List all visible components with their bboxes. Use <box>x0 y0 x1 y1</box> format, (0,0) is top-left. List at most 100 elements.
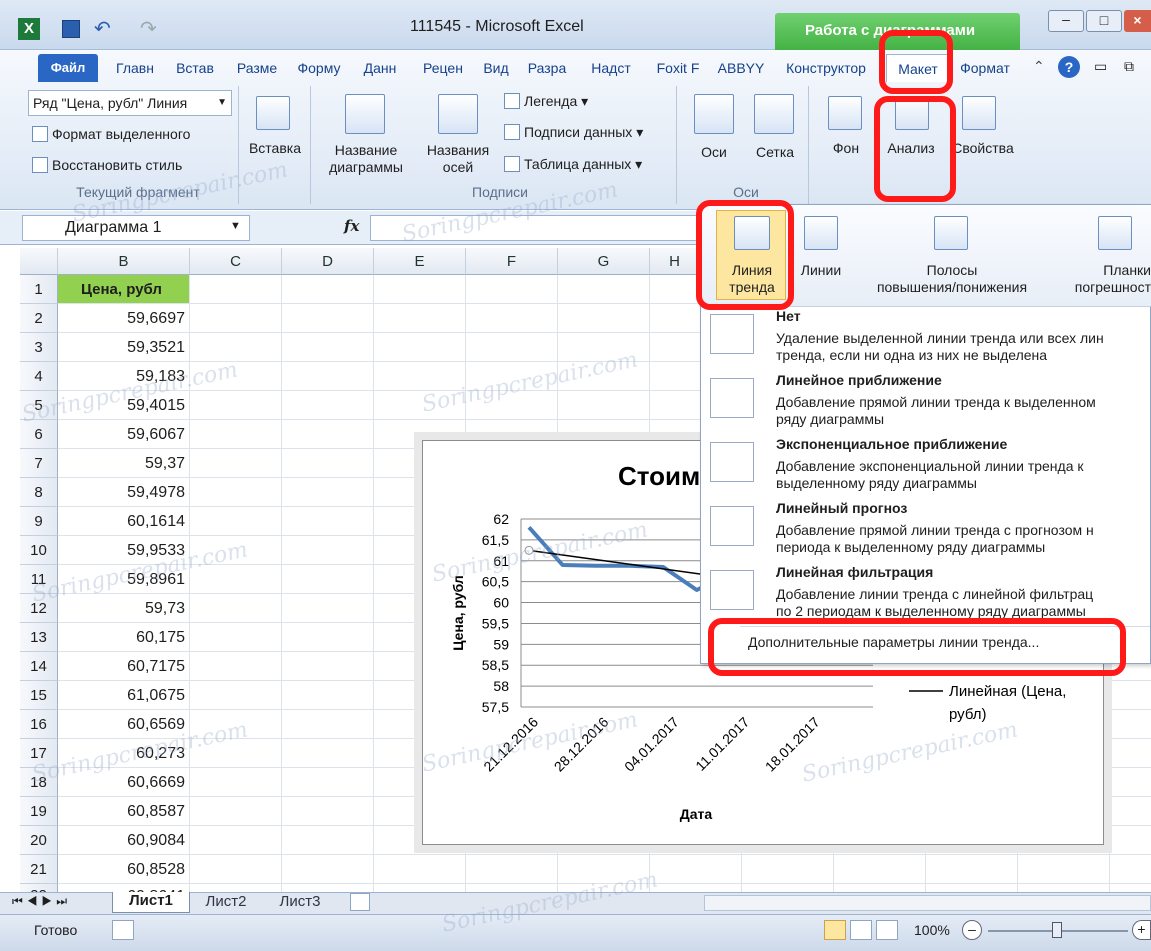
row-header[interactable]: 21 <box>20 855 58 884</box>
menu-item-forecast[interactable]: Линейный прогноз <box>776 500 907 516</box>
column-header[interactable]: C <box>190 248 282 275</box>
properties-button[interactable]: Свойства <box>950 140 1016 157</box>
column-header[interactable]: F <box>466 248 558 275</box>
tab-insert[interactable]: Встав <box>166 54 224 82</box>
row-header[interactable]: 16 <box>20 710 58 739</box>
row-header[interactable]: 20 <box>20 826 58 855</box>
price-cell[interactable]: 59,73 <box>58 594 190 623</box>
price-cell[interactable]: 60,273 <box>58 739 190 768</box>
tab-addins[interactable]: Надст <box>580 54 642 82</box>
zoom-slider-thumb[interactable] <box>1052 922 1062 938</box>
column-header[interactable]: D <box>282 248 374 275</box>
data-table-button[interactable]: Таблица данных ▾ <box>504 156 642 173</box>
row-header[interactable]: 11 <box>20 565 58 594</box>
price-cell[interactable]: 60,7175 <box>58 652 190 681</box>
name-box[interactable]: Диаграмма 1 <box>22 215 250 241</box>
help-icon[interactable]: ? <box>1058 56 1080 78</box>
tab-file[interactable]: Файл <box>38 54 98 82</box>
tab-data[interactable]: Данн <box>352 54 408 82</box>
column-header[interactable]: B <box>58 248 190 275</box>
menu-item-linear[interactable]: Линейное приближение <box>776 372 942 388</box>
lines-button[interactable]: Линии <box>792 262 850 279</box>
tab-developer[interactable]: Разра <box>518 54 576 82</box>
price-cell[interactable]: 59,6697 <box>58 304 190 333</box>
error-bars-button[interactable]: Планки погрешност <box>1064 262 1151 296</box>
row-header[interactable]: 6 <box>20 420 58 449</box>
chart-element-selector[interactable]: Ряд "Цена, рубл" Линия ▼ <box>28 90 232 116</box>
restore-window-icon[interactable]: ▭ <box>1094 58 1107 75</box>
sheet-nav-icon[interactable]: ⏮◀▶⏭ <box>12 894 71 909</box>
row-header[interactable]: 17 <box>20 739 58 768</box>
price-cell[interactable]: 60,1614 <box>58 507 190 536</box>
redo-icon[interactable]: ↷ <box>140 16 157 41</box>
row-header[interactable]: 12 <box>20 594 58 623</box>
row-header[interactable]: 9 <box>20 507 58 536</box>
insert-button[interactable]: Вставка <box>244 140 306 157</box>
price-cell[interactable]: 59,4978 <box>58 478 190 507</box>
row-header[interactable]: 7 <box>20 449 58 478</box>
page-break-view-icon[interactable] <box>876 920 898 940</box>
price-cell[interactable]: 60,8587 <box>58 797 190 826</box>
row-header[interactable]: 14 <box>20 652 58 681</box>
sheet-tab-3[interactable]: Лист3 <box>266 893 334 913</box>
gridlines-button[interactable]: Сетка <box>748 144 802 161</box>
column-header[interactable]: H <box>650 248 700 275</box>
price-cell[interactable]: 59,9533 <box>58 536 190 565</box>
close-button[interactable]: × <box>1124 10 1151 32</box>
row-header[interactable]: 2 <box>20 304 58 333</box>
sheet-tab-2[interactable]: Лист2 <box>192 893 260 913</box>
page-layout-view-icon[interactable] <box>850 920 872 940</box>
tab-formulas[interactable]: Форму <box>290 54 348 82</box>
select-all-corner[interactable] <box>20 248 58 275</box>
maximize-button[interactable]: □ <box>1086 10 1122 32</box>
zoom-in-button[interactable]: + <box>1132 920 1151 940</box>
price-cell[interactable]: 60,6569 <box>58 710 190 739</box>
row-header[interactable]: 19 <box>20 797 58 826</box>
row-header[interactable]: 15 <box>20 681 58 710</box>
menu-item-exponential[interactable]: Экспоненциальное приближение <box>776 436 1007 452</box>
tab-format[interactable]: Формат <box>952 54 1018 82</box>
row-header[interactable]: 4 <box>20 362 58 391</box>
tab-foxit[interactable]: Foxit F <box>646 54 710 82</box>
zoom-out-button[interactable]: – <box>962 920 982 940</box>
data-labels-button[interactable]: Подписи данных ▾ <box>504 124 643 141</box>
price-cell[interactable]: 59,183 <box>58 362 190 391</box>
background-button[interactable]: Фон <box>818 140 874 157</box>
save-icon[interactable] <box>62 20 80 38</box>
row-header[interactable]: 18 <box>20 768 58 797</box>
tab-view[interactable]: Вид <box>478 54 514 82</box>
tab-page-layout[interactable]: Разме <box>228 54 286 82</box>
price-cell[interactable]: 59,37 <box>58 449 190 478</box>
fx-icon[interactable]: fx <box>344 217 359 235</box>
price-cell[interactable]: 59,3521 <box>58 333 190 362</box>
formula-input[interactable] <box>370 215 700 241</box>
excel-logo-icon[interactable]: X <box>18 18 40 40</box>
row-header[interactable]: 1 <box>20 275 58 304</box>
row-header[interactable]: 8 <box>20 478 58 507</box>
minimize-button[interactable]: – <box>1048 10 1084 32</box>
axis-titles-button[interactable]: Названия осей <box>420 142 496 176</box>
tab-design[interactable]: Конструктор <box>776 54 876 82</box>
price-cell[interactable]: 60,175 <box>58 623 190 652</box>
row-header[interactable]: 13 <box>20 623 58 652</box>
row-header[interactable]: 3 <box>20 333 58 362</box>
sheet-tab-1[interactable]: Лист1 <box>112 892 190 913</box>
horizontal-scrollbar[interactable] <box>704 895 1151 911</box>
chevron-down-icon[interactable]: ▼ <box>230 220 241 232</box>
menu-item-moving-average[interactable]: Линейная фильтрация <box>776 564 933 580</box>
chart-title-button[interactable]: Название диаграммы <box>316 142 416 176</box>
reset-style-button[interactable]: Восстановить стиль <box>32 157 182 174</box>
undo-icon[interactable]: ↶ <box>94 16 111 41</box>
axes-button[interactable]: Оси <box>694 144 734 161</box>
tab-home[interactable]: Главн <box>106 54 164 82</box>
price-cell[interactable]: 60,8528 <box>58 855 190 884</box>
price-cell[interactable]: 60,6669 <box>58 768 190 797</box>
menu-item-none[interactable]: Нет <box>776 308 801 324</box>
legend-button[interactable]: Легенда ▾ <box>504 93 588 110</box>
row-header[interactable]: 10 <box>20 536 58 565</box>
collapse-ribbon-icon[interactable]: ⌃ <box>1033 58 1045 75</box>
price-cell[interactable]: 61,0675 <box>58 681 190 710</box>
tab-review[interactable]: Рецен <box>412 54 474 82</box>
normal-view-icon[interactable] <box>824 920 846 940</box>
zoom-level[interactable]: 100% <box>914 922 950 938</box>
